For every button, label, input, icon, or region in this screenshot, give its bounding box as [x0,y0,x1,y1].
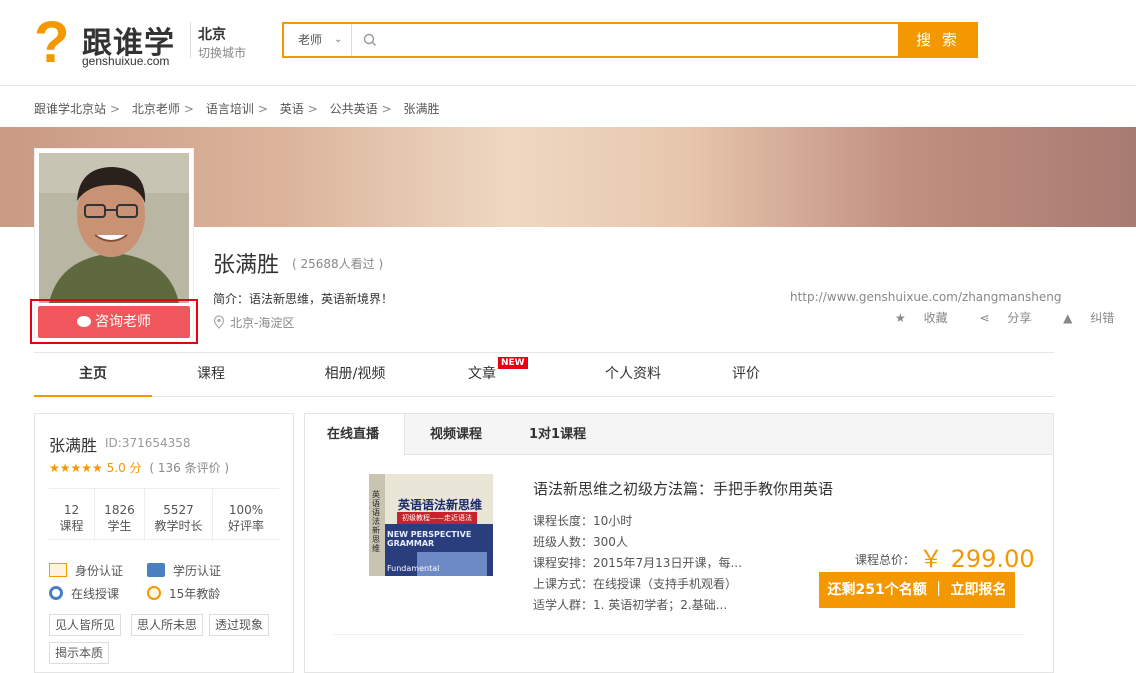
course-title[interactable]: 语法新思维之初级方法篇：手把手教你用英语 [533,478,833,499]
teacher-stats: 12 课程 1826 学生 5527 教学时长 100% 好评率 [49,488,279,541]
teacher-summary-card: 张满胜 ID:371654358 ★★★★★ 5.0 分 ( 136 条评价 )… [34,413,294,673]
course-schedule: 课程安排：2015年7月13日开课，每... [533,556,742,570]
tab-home[interactable]: 主页 [34,353,152,397]
consult-label: 咨询老师 [95,314,151,330]
tab-album-video[interactable]: 相册/视频 [296,353,414,397]
cover-subtitle: 初级教程——走近语法 [397,512,477,524]
rating: ★★★★★ 5.0 分 ( 136 条评价 ) [49,459,229,476]
tag[interactable]: 见人皆所见 [49,614,122,636]
tag[interactable]: 揭示本质 [49,642,110,664]
breadcrumb: 跟谁学北京站 > 北京老师 > 语言培训 > 英语 > 公共英语 > 张满胜 [34,102,440,116]
new-badge: NEW [498,357,528,369]
search-type-label: 老师 [298,33,323,47]
share-button[interactable]: ⋖ 分享 [979,311,1045,325]
switch-city-link[interactable]: 切换城市 [198,44,246,61]
tag[interactable]: 透过现象 [209,614,270,636]
tab-video-courses[interactable]: 视频课程 [430,414,482,455]
breadcrumb-item[interactable]: 北京老师 [132,102,180,116]
badge-online-teaching: 在线授课 [49,585,119,602]
cover-en-title: NEW PERSPECTIVE GRAMMAR [387,530,472,548]
location-pin-icon [213,315,225,329]
course-total-label: 课程总价： [855,553,916,567]
enroll-button[interactable]: 还剩251个名额 ｜ 立即报名 [819,572,1015,608]
search-button[interactable]: 搜 索 [898,22,978,58]
course-length: 课程长度：10小时 [533,514,633,528]
profile-nav: 主页 课程 相册/视频 文章 NEW 个人资料 评价 [34,352,1054,397]
report-button[interactable]: ▲ 纠错 [1063,311,1128,325]
teacher-id: ID:371654358 [105,436,191,450]
tag[interactable]: 思人所未思 [131,614,204,636]
stat-students: 1826 学生 [95,489,145,541]
tab-reviews[interactable]: 评价 [714,353,778,397]
cover-spine: 英语语法新思维 [372,490,380,553]
id-card-icon [49,563,67,577]
online-icon [49,586,63,600]
breadcrumb-item[interactable]: 英语 [280,102,304,116]
course-audience: 适学人群：1. 英语初学者；2.基础... [533,598,728,612]
course-cover-image[interactable]: 英语语法新思维 英语语法新思维 初级教程——走近语法 NEW PERSPECTI… [369,474,493,576]
logo-domain: genshuixue.com [82,54,170,68]
breadcrumb-item[interactable]: 语言培训 [206,102,254,116]
teacher-location: 北京-海淀区 [213,314,294,331]
favorite-button[interactable]: ★ 收藏 [895,311,962,325]
course-mode: 上课方式：在线授课（支持手机观看） [533,577,738,591]
tab-one-on-one-courses[interactable]: 1对1课程 [529,414,586,455]
stat-teaching-hours: 5527 教学时长 [145,489,213,541]
breadcrumb-item[interactable]: 公共英语 [330,102,378,116]
divider [190,22,191,58]
consult-teacher-button[interactable]: 咨询老师 [38,306,190,338]
tab-live-courses[interactable]: 在线直播 [305,414,405,456]
badge-teaching-years: 15年教龄 [147,585,220,602]
breadcrumb-item[interactable]: 跟谁学北京站 [34,102,106,116]
teacher-photo[interactable] [39,153,189,303]
logo-mark[interactable]: ? [34,12,80,74]
cover-en-subtitle: Fundamental [387,564,440,573]
star-icon: ★ [895,311,906,325]
current-city: 北京 [198,27,226,43]
profile-url[interactable]: http://www.genshuixue.com/zhangmansheng [790,290,1062,304]
star-rating-icon: ★★★★★ [49,461,103,475]
profile-actions: ★ 收藏 ⋖ 分享 ▲ 纠错 [895,309,1136,326]
graduation-cap-icon [147,563,165,577]
warning-icon: ▲ [1063,311,1073,325]
divider [333,634,1025,635]
stat-courses: 12 课程 [49,489,95,541]
search-input[interactable] [384,28,874,52]
course-class-size: 班级人数：300人 [533,535,628,549]
view-count: ( 25688人看过 ) [292,257,384,271]
share-icon: ⋖ [979,311,990,325]
stat-positive-rate: 100% 好评率 [227,503,264,533]
badge-id-verified: 身份认证 [49,562,123,579]
teacher-name: 张满胜 [213,253,280,278]
card-teacher-name: 张满胜 [49,436,98,455]
course-price: ￥ 299.00 [919,545,1035,573]
search-bar: 老师 ⌄ 搜 索 [282,22,978,58]
cover-title: 英语语法新思维 [397,498,482,512]
tab-courses[interactable]: 课程 [152,353,270,397]
course-panel: 在线直播 视频课程 1对1课程 英语语法新思维 英语语法新思维 初级教程——走近… [304,413,1054,673]
chevron-down-icon: ⌄ [334,34,343,45]
rating-score: 5.0 分 [106,461,142,475]
breadcrumb-current: 张满胜 [403,102,440,116]
review-count[interactable]: ( 136 条评价 ) [149,461,229,475]
clock-icon [147,586,161,600]
search-icon [363,33,376,46]
search-type-select[interactable]: 老师 ⌄ [284,24,352,56]
tab-profile-info[interactable]: 个人资料 [574,353,692,397]
teacher-intro: 简介：语法新思维，英语新境界！ [213,292,394,306]
site-header: ? 跟谁学 genshuixue.com 北京 切换城市 老师 ⌄ 搜 索 [0,0,1136,86]
badge-education-verified: 学历认证 [147,562,221,579]
tab-articles[interactable]: 文章 NEW [440,353,528,397]
course-tabs: 在线直播 视频课程 1对1课程 [305,414,1053,456]
chat-bubble-icon [77,316,91,327]
